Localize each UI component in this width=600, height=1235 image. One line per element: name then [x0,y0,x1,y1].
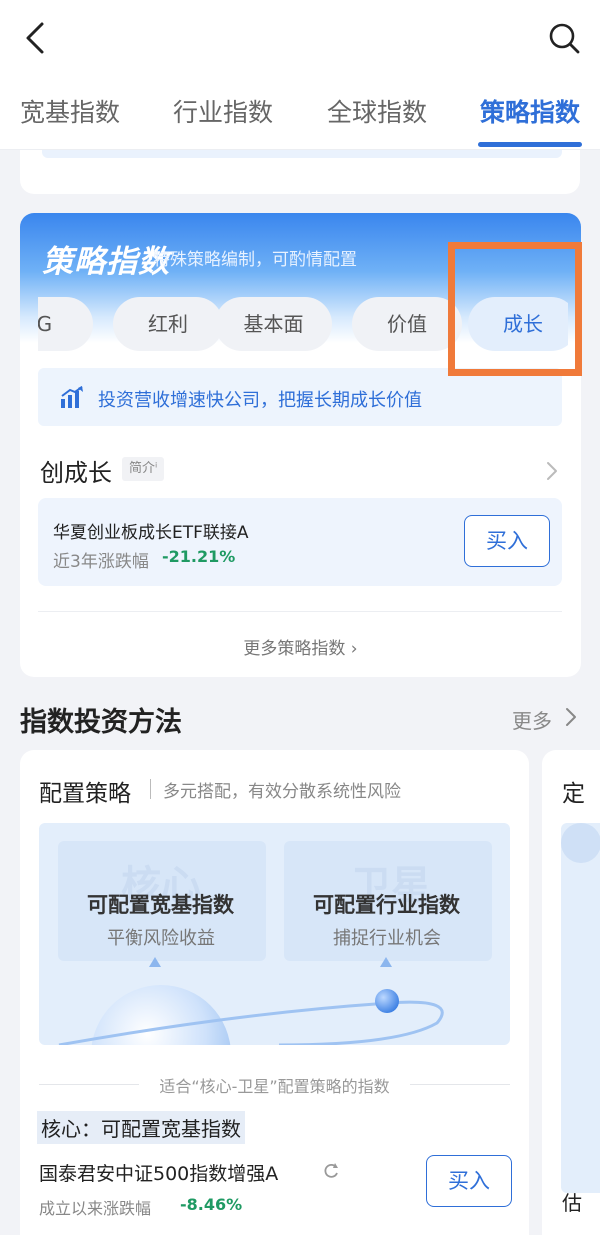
fund-name[interactable]: 国泰君安中证500指数增强A [39,1159,278,1186]
search-icon[interactable] [546,20,582,56]
fund-stat-label: 近3年涨跌幅 [53,552,149,572]
chevron-left-icon[interactable] [22,20,52,56]
tab-industry-index[interactable]: 行业指数 [173,93,273,129]
allocation-strategy-card[interactable]: 配置策略 多元搭配，有效分散系统性风险 核心 卫星 可配置宽基指数 平衡风险收益… [20,750,529,1235]
chip-dividend[interactable]: 红利 [113,297,223,351]
method-card-title: 配置策略 [39,781,131,807]
chevron-right-icon[interactable] [564,705,578,729]
index-name[interactable]: 创成长 [40,453,112,488]
fund-stat-label: 成立以来涨跌幅 [39,1199,152,1218]
suit-label: 适合“核心-卫星”配置策略的指数 [159,1077,390,1096]
fund-stat-value: -21.21% [162,547,236,566]
top-nav-bar [0,0,600,75]
chevron-right-icon[interactable] [544,459,560,483]
active-tab-indicator [478,142,582,147]
method-card-subtitle: 多元搭配，有效分散系统性风险 [163,782,401,802]
section-more-link[interactable]: 更多 [512,705,552,734]
strategy-subtitle: 特殊策略编制，可酌情配置 [153,250,357,270]
divider [38,611,562,612]
core-satellite-illustration: 核心 卫星 可配置宽基指数 平衡风险收益 可配置行业指数 捕捉行业机会 [39,823,510,1045]
peek-card-title: 定 [562,781,585,807]
more-strategy-link[interactable]: 更多策略指数 › [20,634,581,659]
strategy-tip-text: 投资营收增速快公司，把握长期成长价值 [98,390,422,411]
previous-card-strip [42,150,562,158]
tab-broad-index[interactable]: 宽基指数 [20,93,120,129]
divider [410,1084,510,1085]
highlight-box [448,242,582,376]
trend-up-icon [61,386,83,408]
strategy-tip-bar: 投资营收增速快公司，把握长期成长价值 [38,368,562,426]
chip-value[interactable]: 价值 [352,297,462,351]
intro-tag[interactable]: 简介ⁱ [122,457,165,481]
next-method-card[interactable]: 定 估 [542,750,600,1235]
peek-circle [561,823,600,863]
strategy-title: 策略指数 [42,244,170,280]
buy-button[interactable]: 买入 [464,515,550,567]
buy-button[interactable]: 买入 [426,1155,512,1207]
chip-fundamental[interactable]: 基本面 [215,297,332,351]
tab-global-index[interactable]: 全球指数 [327,93,427,129]
peek-card-bottom: 估 [562,1191,582,1215]
title-separator [150,779,151,799]
refresh-icon[interactable] [322,1162,340,1180]
core-allocation-label: 核心：可配置宽基指数 [37,1111,245,1144]
previous-card [20,150,580,194]
fund-row[interactable]: 华夏创业板成长ETF联接A 近3年涨跌幅 -21.21% 买入 [38,498,562,586]
fund-name: 华夏创业板成长ETF联接A [53,523,249,543]
orbit-graphic [58,957,444,1045]
index-category-tabs: 宽基指数 行业指数 全球指数 策略指数 [0,75,600,150]
tab-strategy-index[interactable]: 策略指数 [480,93,580,129]
section-title: 指数投资方法 [20,707,182,738]
chip-esg[interactable]: SG [38,297,93,351]
fund-stat-value: -8.46% [180,1195,243,1214]
peek-illustration [561,823,600,1193]
